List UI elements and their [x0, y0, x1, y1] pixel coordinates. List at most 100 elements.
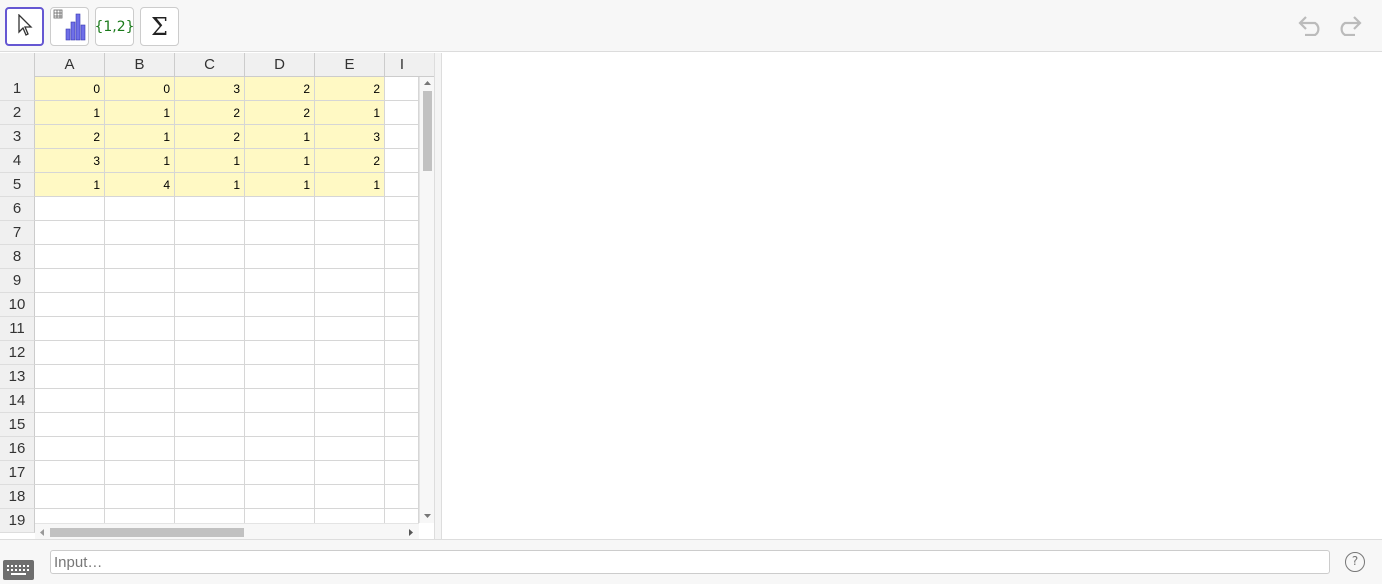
cell-a16[interactable]	[35, 437, 105, 461]
cell-b8[interactable]	[105, 245, 175, 269]
column-header-a[interactable]: A	[35, 53, 105, 77]
cell-d7[interactable]	[245, 221, 315, 245]
cell-e6[interactable]	[315, 197, 385, 221]
row-header-13[interactable]: 13	[0, 365, 35, 389]
cell-f1[interactable]	[385, 77, 419, 101]
horizontal-scroll-thumb[interactable]	[50, 528, 244, 537]
cell-c16[interactable]	[175, 437, 245, 461]
row-header-12[interactable]: 12	[0, 341, 35, 365]
cell-d9[interactable]	[245, 269, 315, 293]
column-header-e[interactable]: E	[315, 53, 385, 77]
cell-c17[interactable]	[175, 461, 245, 485]
cell-d13[interactable]	[245, 365, 315, 389]
cell-c3[interactable]: 2	[175, 125, 245, 149]
column-header-d[interactable]: D	[245, 53, 315, 77]
cell-d17[interactable]	[245, 461, 315, 485]
cell-f16[interactable]	[385, 437, 419, 461]
cell-b2[interactable]: 1	[105, 101, 175, 125]
keyboard-button[interactable]	[3, 560, 34, 580]
undo-button[interactable]	[1296, 14, 1326, 40]
cell-b3[interactable]: 1	[105, 125, 175, 149]
cell-d4[interactable]: 1	[245, 149, 315, 173]
row-header-4[interactable]: 4	[0, 149, 35, 173]
cell-d12[interactable]	[245, 341, 315, 365]
row-header-8[interactable]: 8	[0, 245, 35, 269]
cell-f15[interactable]	[385, 413, 419, 437]
cell-a14[interactable]	[35, 389, 105, 413]
cell-c12[interactable]	[175, 341, 245, 365]
cell-e4[interactable]: 2	[315, 149, 385, 173]
cell-a6[interactable]	[35, 197, 105, 221]
row-header-2[interactable]: 2	[0, 101, 35, 125]
cell-b5[interactable]: 4	[105, 173, 175, 197]
cell-a2[interactable]: 1	[35, 101, 105, 125]
cell-d18[interactable]	[245, 485, 315, 509]
cell-c9[interactable]	[175, 269, 245, 293]
cell-f17[interactable]	[385, 461, 419, 485]
row-header-9[interactable]: 9	[0, 269, 35, 293]
scroll-up-arrow-icon[interactable]	[423, 80, 432, 86]
view-splitter[interactable]	[434, 53, 442, 539]
cell-f8[interactable]	[385, 245, 419, 269]
sum-tool-button[interactable]: Σ	[140, 7, 179, 46]
cell-a18[interactable]	[35, 485, 105, 509]
cell-f7[interactable]	[385, 221, 419, 245]
cell-c6[interactable]	[175, 197, 245, 221]
row-header-3[interactable]: 3	[0, 125, 35, 149]
cell-a15[interactable]	[35, 413, 105, 437]
cell-e2[interactable]: 1	[315, 101, 385, 125]
one-variable-analysis-tool-button[interactable]	[50, 7, 89, 46]
cell-f13[interactable]	[385, 365, 419, 389]
cell-e10[interactable]	[315, 293, 385, 317]
cell-d14[interactable]	[245, 389, 315, 413]
cell-b11[interactable]	[105, 317, 175, 341]
cell-b15[interactable]	[105, 413, 175, 437]
cell-e18[interactable]	[315, 485, 385, 509]
cell-f12[interactable]	[385, 341, 419, 365]
cell-c1[interactable]: 3	[175, 77, 245, 101]
move-tool-button[interactable]	[5, 7, 44, 46]
cell-f5[interactable]	[385, 173, 419, 197]
column-header-c[interactable]: C	[175, 53, 245, 77]
row-header-11[interactable]: 11	[0, 317, 35, 341]
cell-a4[interactable]: 3	[35, 149, 105, 173]
cell-d2[interactable]: 2	[245, 101, 315, 125]
cell-d10[interactable]	[245, 293, 315, 317]
cell-e14[interactable]	[315, 389, 385, 413]
cell-c7[interactable]	[175, 221, 245, 245]
cell-e13[interactable]	[315, 365, 385, 389]
cell-d6[interactable]	[245, 197, 315, 221]
row-header-16[interactable]: 16	[0, 437, 35, 461]
cell-f14[interactable]	[385, 389, 419, 413]
cell-c5[interactable]: 1	[175, 173, 245, 197]
row-header-17[interactable]: 17	[0, 461, 35, 485]
scroll-left-arrow-icon[interactable]	[39, 528, 45, 537]
graphics-view[interactable]	[442, 53, 1382, 539]
cell-a13[interactable]	[35, 365, 105, 389]
row-header-10[interactable]: 10	[0, 293, 35, 317]
cell-b9[interactable]	[105, 269, 175, 293]
create-list-tool-button[interactable]: {1,2}	[94, 7, 135, 46]
spreadsheet-corner[interactable]	[0, 53, 35, 77]
cell-a3[interactable]: 2	[35, 125, 105, 149]
cell-b6[interactable]	[105, 197, 175, 221]
cell-c2[interactable]: 2	[175, 101, 245, 125]
cell-e12[interactable]	[315, 341, 385, 365]
cell-d3[interactable]: 1	[245, 125, 315, 149]
cell-f18[interactable]	[385, 485, 419, 509]
cell-f2[interactable]	[385, 101, 419, 125]
cell-e11[interactable]	[315, 317, 385, 341]
cell-d5[interactable]: 1	[245, 173, 315, 197]
row-header-6[interactable]: 6	[0, 197, 35, 221]
cell-b4[interactable]: 1	[105, 149, 175, 173]
cell-b12[interactable]	[105, 341, 175, 365]
cell-a7[interactable]	[35, 221, 105, 245]
cell-b14[interactable]	[105, 389, 175, 413]
cell-c14[interactable]	[175, 389, 245, 413]
cell-b16[interactable]	[105, 437, 175, 461]
cell-c10[interactable]	[175, 293, 245, 317]
horizontal-scrollbar[interactable]	[35, 523, 419, 539]
cell-e1[interactable]: 2	[315, 77, 385, 101]
cell-d8[interactable]	[245, 245, 315, 269]
cell-b13[interactable]	[105, 365, 175, 389]
